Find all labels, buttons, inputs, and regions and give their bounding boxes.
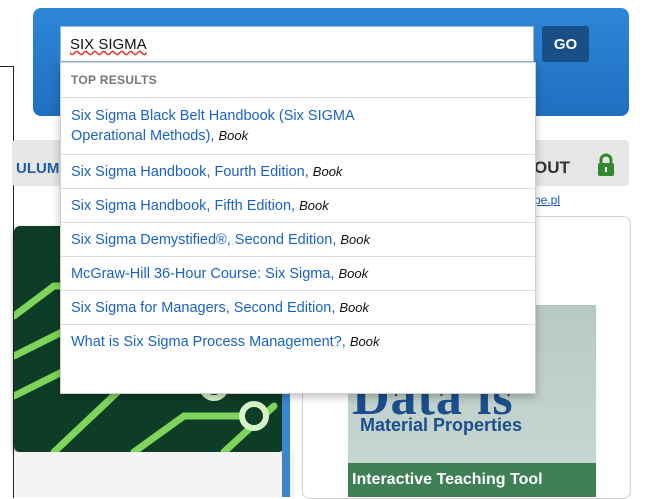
suggestion-item[interactable]: Six Sigma Handbook, Fourth Edition, Book <box>61 154 535 188</box>
suggestion-title: Operational Methods), <box>71 127 215 144</box>
suggestion-kind: Book <box>218 127 249 143</box>
suggestion-title: Six Sigma for Managers, Second Edition, <box>71 299 336 316</box>
suggestion-kind: Book <box>299 197 329 213</box>
ad-subtitle: Material Properties <box>360 415 523 435</box>
partner-link[interactable]: pe.pl <box>534 193 560 207</box>
nav-item-curriculum[interactable]: ULUM <box>16 160 59 177</box>
dropdown-header: TOP RESULTS <box>71 73 157 87</box>
suggestion-title: Six Sigma Handbook, Fifth Edition, <box>71 197 296 214</box>
suggestion-title: What is Six Sigma Process Management?, <box>71 333 346 350</box>
suggestion-kind: Book <box>339 299 370 315</box>
left-card-footer <box>14 452 294 497</box>
search-suggestions-dropdown: TOP RESULTS Six Sigma Black Belt Handboo… <box>60 62 536 394</box>
search-input-value: SIX SIGMA <box>70 36 147 53</box>
go-button[interactable]: GO <box>542 26 589 62</box>
suggestion-item[interactable]: Six Sigma Handbook, Fifth Edition, Book <box>61 188 535 222</box>
nav-item-logout[interactable]: OUT <box>534 158 570 178</box>
suggestion-kind: Book <box>338 265 369 281</box>
suggestion-item[interactable]: McGraw-Hill 36-Hour Course: Six Sigma, B… <box>61 256 535 290</box>
suggestion-title: Six Sigma Demystified®, Second Edition, <box>71 231 337 248</box>
suggestion-title: Six Sigma Handbook, Fourth Edition, <box>71 163 309 180</box>
left-frame <box>0 66 14 498</box>
suggestion-title: Six Sigma Black Belt Handbook (Six SIGMA <box>71 107 355 124</box>
ad-banner-text: Interactive Teaching Tool <box>352 471 543 488</box>
suggestion-item[interactable]: Six Sigma Demystified®, Second Edition, … <box>61 222 535 256</box>
suggestion-kind: Book <box>349 333 380 349</box>
suggestion-item[interactable]: Six Sigma for Managers, Second Edition, … <box>61 290 535 324</box>
suggestion-kind: Book <box>312 163 343 179</box>
suggestion-item[interactable]: What is Six Sigma Process Management?, B… <box>61 324 535 358</box>
suggestion-kind: Book <box>340 231 371 247</box>
suggestion-title: McGraw-Hill 36-Hour Course: Six Sigma, <box>71 265 335 282</box>
suggestion-item[interactable]: Six Sigma Black Belt Handbook (Six SIGMA… <box>61 97 535 154</box>
lock-icon[interactable] <box>595 153 617 177</box>
